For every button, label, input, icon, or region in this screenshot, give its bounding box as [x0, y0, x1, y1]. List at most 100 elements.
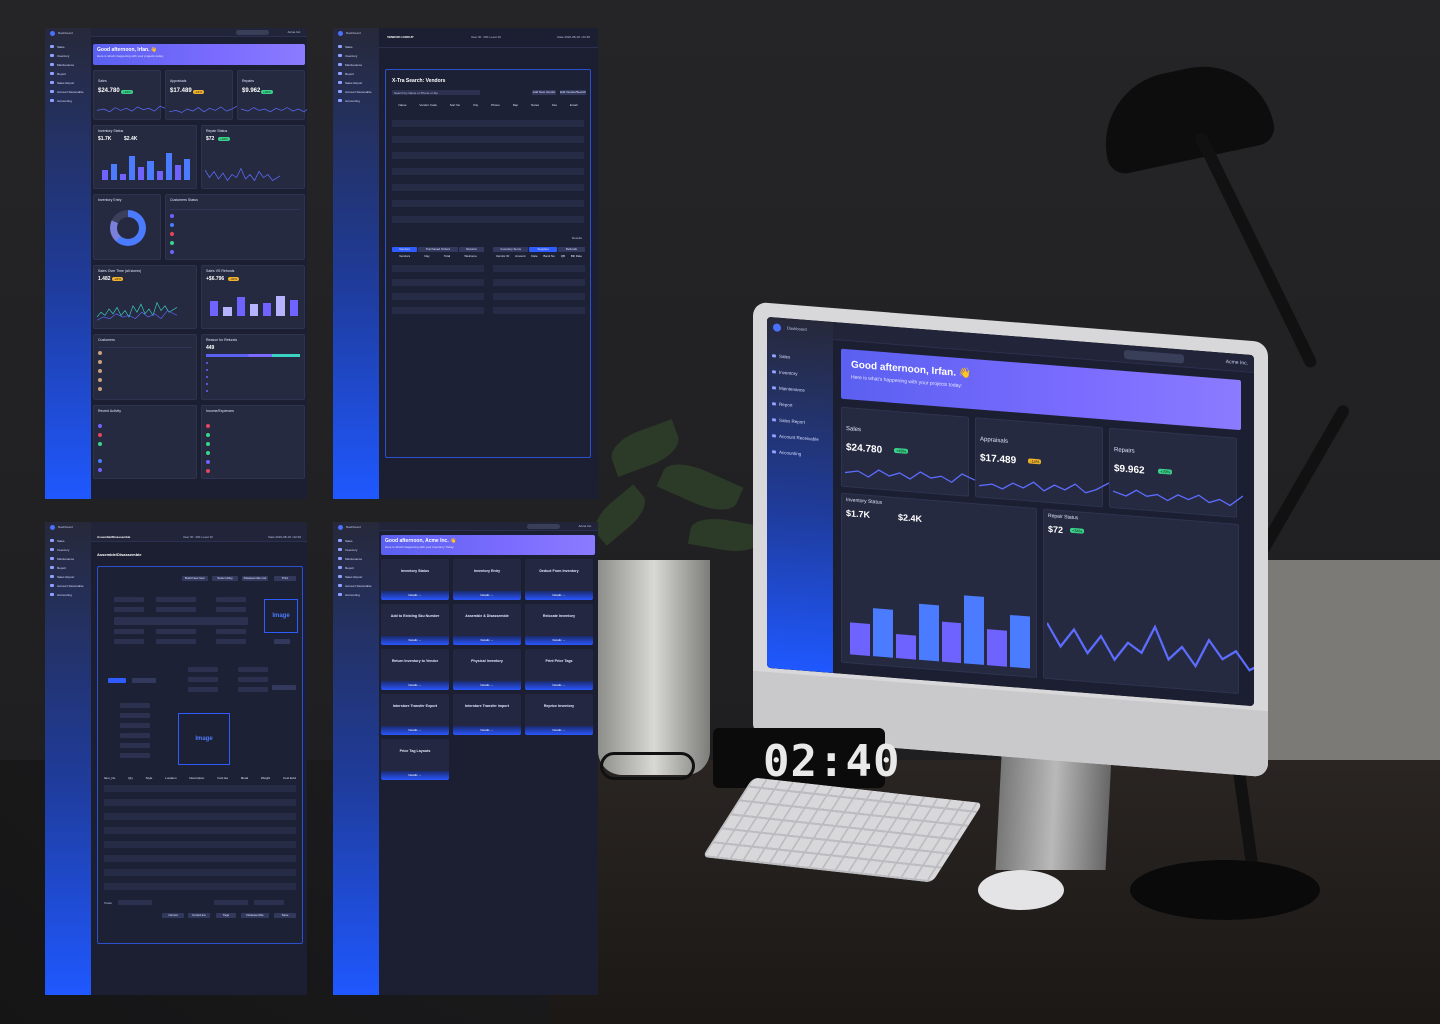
apply-button[interactable] [274, 639, 290, 644]
form-field[interactable] [156, 629, 196, 634]
table-row[interactable] [392, 168, 584, 175]
tags-button[interactable]: Tags [216, 913, 236, 918]
sidebar-item-sales-report[interactable]: Sales Report [50, 78, 88, 87]
table-row[interactable] [493, 279, 585, 286]
sidebar-item[interactable]: Accounting [772, 443, 832, 464]
details-button[interactable]: Details → [381, 726, 449, 735]
form-field[interactable] [114, 629, 144, 634]
component-image-placeholder[interactable]: Image [178, 713, 230, 765]
table-row[interactable] [170, 231, 300, 237]
list-item[interactable] [206, 450, 300, 456]
cancel-button[interactable]: Cancel [162, 913, 184, 918]
print-button[interactable]: Print [274, 576, 296, 581]
table-row[interactable] [104, 841, 296, 848]
sidebar-item[interactable]: Sales Report [338, 572, 376, 581]
sidebar-item[interactable]: Account Receivable [338, 581, 376, 590]
disassemble-list-button[interactable]: Disassemble List [242, 576, 268, 581]
form-field[interactable] [188, 687, 218, 692]
form-field[interactable] [238, 667, 268, 672]
module-card[interactable]: Relocate Inventory Details → [525, 604, 593, 645]
tab-vendors[interactable]: Vendors [392, 247, 417, 252]
table-row[interactable] [170, 222, 300, 228]
sidebar-item[interactable]: Accounting [338, 590, 376, 599]
tab-purchased-orders[interactable]: Purchased Orders [418, 247, 458, 252]
add-vendor-button[interactable]: Add New Vendor [532, 90, 556, 95]
list-item[interactable] [98, 458, 192, 464]
details-button[interactable]: Details → [525, 681, 593, 690]
form-field[interactable] [120, 723, 150, 728]
list-item[interactable] [206, 459, 300, 465]
table-row[interactable] [392, 279, 484, 286]
table-row[interactable] [104, 855, 296, 862]
sidebar-item[interactable]: Inventory [338, 51, 376, 60]
form-field[interactable] [188, 667, 218, 672]
form-field[interactable] [114, 607, 144, 612]
edit-vendor-search-button[interactable]: Edit Vendor/Search [560, 90, 586, 95]
save-button[interactable]: Save [274, 913, 296, 918]
sidebar-item[interactable]: Inventory [50, 545, 88, 554]
sidebar-item[interactable]: Sales [338, 536, 376, 545]
table-row[interactable] [98, 368, 192, 374]
tab-refunds[interactable]: Refunds [557, 247, 585, 252]
import-list-button[interactable] [272, 685, 296, 690]
select-alloy-button[interactable]: Select Alloy [212, 576, 238, 581]
table-row[interactable] [170, 213, 300, 219]
details-button[interactable]: Details → [453, 726, 521, 735]
add-button[interactable] [108, 678, 126, 683]
module-card[interactable]: Inventory Entry Details → [453, 559, 521, 600]
table-row[interactable] [98, 350, 192, 356]
form-field[interactable] [216, 639, 246, 644]
tab-inventory-items[interactable]: Inventory Items [493, 247, 529, 252]
table-row[interactable] [493, 265, 585, 272]
table-row[interactable] [104, 883, 296, 890]
form-field[interactable] [120, 753, 150, 758]
module-card[interactable]: Assemble & Disassemble Details → [453, 604, 521, 645]
sidebar-item[interactable]: Maintenance [338, 554, 376, 563]
sidebar-item[interactable]: Sales [338, 42, 376, 51]
module-card[interactable]: Physical Inventory Details → [453, 649, 521, 690]
list-item[interactable] [206, 468, 300, 474]
sidebar-item-sales[interactable]: Sales [50, 42, 88, 51]
form-field[interactable] [114, 597, 144, 602]
list-item[interactable] [206, 441, 300, 447]
details-button[interactable]: Details → [525, 591, 593, 600]
table-row[interactable] [392, 120, 584, 127]
table-row[interactable] [104, 827, 296, 834]
details-button[interactable]: Details → [525, 726, 593, 735]
sidebar-item[interactable]: Report [338, 69, 376, 78]
sidebar-item[interactable]: Report [50, 563, 88, 572]
table-row[interactable] [98, 386, 192, 392]
module-card[interactable]: Inventory Status Details → [381, 559, 449, 600]
search-input[interactable] [236, 30, 269, 35]
user-name[interactable]: Acme Inc. [288, 30, 301, 34]
undo-line-button[interactable]: Undo/Line [188, 913, 210, 918]
details-button[interactable]: Details → [453, 681, 521, 690]
table-row[interactable] [104, 813, 296, 820]
details-button[interactable]: Details → [381, 636, 449, 645]
list-item[interactable] [206, 432, 300, 438]
table-row[interactable] [392, 136, 584, 143]
form-field[interactable] [156, 639, 196, 644]
sidebar-item-report[interactable]: Report [50, 69, 88, 78]
user-name[interactable]: Acme Inc. [1226, 359, 1248, 367]
tab-supplies[interactable]: Supplies [529, 247, 557, 252]
sidebar-item[interactable]: Sales Report [50, 572, 88, 581]
vendor-search-input[interactable]: Search by Name or Phone or Zip [392, 90, 480, 95]
table-row[interactable] [104, 869, 296, 876]
list-item[interactable] [98, 432, 192, 438]
description-field[interactable] [114, 617, 248, 625]
sidebar-item[interactable]: Report [338, 563, 376, 572]
table-row[interactable] [98, 377, 192, 383]
sidebar-item[interactable]: Maintenance [338, 60, 376, 69]
module-card[interactable]: Interstore Transfer Import Details → [453, 694, 521, 735]
details-button[interactable]: Details → [381, 591, 449, 600]
sidebar-item[interactable]: Sales Report [338, 78, 376, 87]
user-name[interactable]: Acme Inc. [579, 524, 592, 528]
table-row[interactable] [98, 359, 192, 365]
sidebar-item-account-receivable[interactable]: Account Receivable [50, 87, 88, 96]
module-card[interactable]: Price Tag Layouts Details → [381, 739, 449, 780]
table-row[interactable] [392, 184, 584, 191]
list-item[interactable] [98, 441, 192, 447]
details-button[interactable]: Details → [381, 681, 449, 690]
table-row[interactable] [104, 785, 296, 792]
